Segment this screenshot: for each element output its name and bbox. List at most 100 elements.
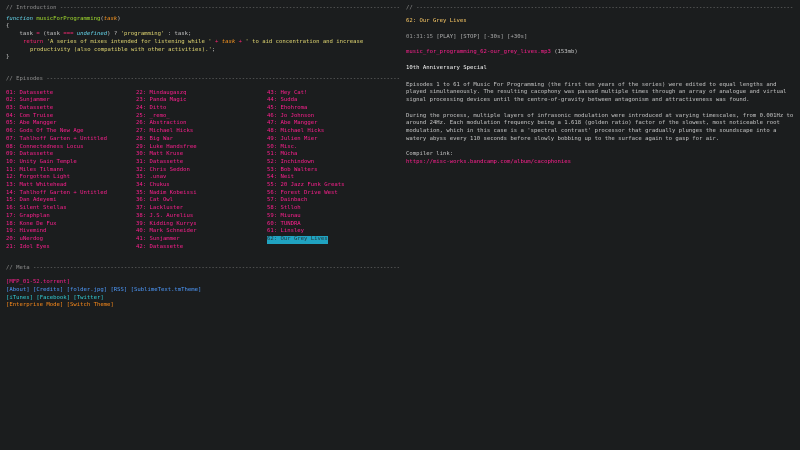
time-readout: 01:31:15 bbox=[406, 34, 433, 41]
episode-item[interactable]: 06: Gods Of The New Age bbox=[6, 128, 136, 136]
episode-item[interactable]: 04: Com Truise bbox=[6, 113, 136, 121]
episode-item[interactable]: 49: Julien Mier bbox=[267, 136, 387, 144]
episode-column-1: 01: Datassette 02: Sunjammer 03: Datassett… bbox=[6, 90, 136, 252]
episode-item[interactable]: 47: Abe Mangger bbox=[267, 120, 387, 128]
episode-item[interactable]: 10: Unity Gain Temple bbox=[6, 159, 136, 167]
rewind-30-button[interactable]: [-30s] bbox=[484, 34, 504, 40]
episode-item[interactable]: 61: Linsley bbox=[267, 228, 387, 236]
episodes-heading: // Episodes ----------------------------… bbox=[6, 75, 400, 82]
code-line-4: return 'A series of mixes intended for l… bbox=[23, 38, 364, 53]
episode-item[interactable]: 15: Dan Adeyemi bbox=[6, 197, 136, 205]
right-panel: // -------------------------------------… bbox=[406, 5, 794, 167]
episode-item[interactable]: 09: Datassette bbox=[6, 151, 136, 159]
track-description: Episodes 1 to 61 of Music For Programmin… bbox=[406, 82, 794, 167]
code-line-3: task = (task === undefined) ? 'programmi… bbox=[19, 31, 192, 38]
compiler-label: Compiler link: bbox=[406, 151, 454, 158]
episode-item[interactable]: 56: Forest Drive West bbox=[267, 190, 387, 198]
enterprise-mode-link[interactable]: [Enterprise Mode] bbox=[6, 302, 63, 308]
episode-item[interactable]: 60: TUNDRA bbox=[267, 221, 387, 229]
episode-item[interactable]: 48: Michael Hicks bbox=[267, 128, 387, 136]
episode-item[interactable]: 08: Connectedness Locus bbox=[6, 144, 136, 152]
episode-item[interactable]: 52: Inchindown bbox=[267, 159, 387, 167]
episode-item[interactable]: 46: Jo Johnson bbox=[267, 113, 387, 121]
episode-item[interactable]: 02: Sunjammer bbox=[6, 97, 136, 105]
episode-item[interactable]: 37: Lackluster bbox=[136, 205, 267, 213]
track-title: 62: Our Grey Lives bbox=[406, 17, 467, 24]
episode-item[interactable]: 23: Panda Magic bbox=[136, 97, 267, 105]
episode-item[interactable]: 11: Miles Tilmann bbox=[6, 167, 136, 175]
episode-item[interactable]: 30: Matt Kruse bbox=[136, 151, 267, 159]
facebook-link[interactable]: [Facebook] bbox=[36, 295, 70, 301]
episode-item[interactable]: 41: Sunjammer bbox=[136, 236, 267, 244]
episode-item[interactable]: 27: Michael Hicks bbox=[136, 128, 267, 136]
code-line-2: { bbox=[6, 23, 10, 30]
episode-item[interactable]: 50: Misc. bbox=[267, 144, 387, 152]
episode-item[interactable]: 22: Mindaugaszq bbox=[136, 90, 267, 98]
description-paragraph-2: During the process, multiple layers of i… bbox=[406, 112, 794, 142]
episode-item[interactable]: 28: Big War bbox=[136, 136, 267, 144]
switch-theme-link[interactable]: [Switch Theme] bbox=[67, 302, 114, 308]
episode-item[interactable]: 54: Neit bbox=[267, 174, 387, 182]
episode-column-2: 22: Mindaugaszq 23: Panda Magic 24: Ditto 2… bbox=[136, 90, 267, 252]
episode-item[interactable]: 45: Ehohroma bbox=[267, 105, 387, 113]
episode-item[interactable]: 59: Miunau bbox=[267, 213, 387, 221]
episode-item[interactable]: 16: Silent Stellas bbox=[6, 205, 136, 213]
itunes-link[interactable]: [iTunes] bbox=[6, 295, 33, 301]
episode-item[interactable]: 40: Mark Schneider bbox=[136, 228, 267, 236]
play-button[interactable]: [PLAY] bbox=[436, 34, 456, 40]
episode-item[interactable]: 31: Datassette bbox=[136, 159, 267, 167]
episode-item[interactable]: 58: Stlloh bbox=[267, 205, 387, 213]
episode-item[interactable]: 44: Sudda bbox=[267, 97, 387, 105]
player-controls: 01:31:15 [PLAY] [STOP] [-30s] [+30s] bbox=[406, 34, 794, 42]
episode-item[interactable]: 25: _remo_ bbox=[136, 113, 267, 121]
episode-item[interactable]: 20: uNerdog bbox=[6, 236, 136, 244]
episode-item[interactable]: 51: Mücha bbox=[267, 151, 387, 159]
track-heading: // -------------------------------------… bbox=[406, 5, 794, 11]
episode-item[interactable]: 29: Luke Handsfree bbox=[136, 144, 267, 152]
code-line-1: function musicForProgramming(task) bbox=[6, 15, 121, 22]
forward-30-button[interactable]: [+30s] bbox=[507, 34, 527, 40]
torrent-link[interactable]: [MFP_01-52.torrent] bbox=[6, 279, 70, 285]
episode-item[interactable]: 18: Kone De Fux bbox=[6, 221, 136, 229]
episode-item[interactable]: 13: Matt Whitehead bbox=[6, 182, 136, 190]
episode-item[interactable]: 55: 20 Jazz Funk Greats bbox=[267, 182, 387, 190]
stop-button[interactable]: [STOP] bbox=[460, 34, 480, 40]
episode-item[interactable]: 26: Abstraction bbox=[136, 120, 267, 128]
about-link[interactable]: [About] bbox=[6, 287, 30, 293]
episode-item[interactable]: 03: Datassette bbox=[6, 105, 136, 113]
credits-link[interactable]: [Credits] bbox=[33, 287, 63, 293]
rss-link[interactable]: [RSS] bbox=[110, 287, 127, 293]
episode-item[interactable]: 19: Hivemind bbox=[6, 228, 136, 236]
episode-item[interactable]: 21: Idol Eyes bbox=[6, 244, 136, 252]
episode-item[interactable]: 39: Kidding Kurrys bbox=[136, 221, 267, 229]
episode-item[interactable]: 32: Chris Seddon bbox=[136, 167, 267, 175]
episode-item[interactable]: 05: Abe Mangger bbox=[6, 120, 136, 128]
folder-jpg-link[interactable]: [folder.jpg] bbox=[67, 287, 107, 293]
twitter-link[interactable]: [Twitter] bbox=[73, 295, 103, 301]
code-line-5: } bbox=[6, 54, 10, 61]
episode-item[interactable]: 36: Cat Owl bbox=[136, 197, 267, 205]
introduction-heading: // Introduction ------------------------… bbox=[6, 5, 400, 11]
episode-item[interactable]: 35: Nadim Kobeissi bbox=[136, 190, 267, 198]
compiler-link[interactable]: https://misc-works.bandcamp.com/album/ca… bbox=[406, 159, 794, 167]
episode-item[interactable]: 38: J.S. Aurelius bbox=[136, 213, 267, 221]
meta-links: [MFP_01-52.torrent] [About] [Credits] [f… bbox=[6, 279, 400, 310]
episode-item[interactable]: 33: .unav bbox=[136, 174, 267, 182]
episode-item[interactable]: 12: Forgotten Light bbox=[6, 174, 136, 182]
episode-list: 01: Datassette 02: Sunjammer 03: Datassett… bbox=[6, 90, 400, 252]
episode-column-3: 43: Hey Cat! 44: Sudda 45: Ehohroma 46: Jo … bbox=[267, 90, 387, 252]
episode-item[interactable]: 62: Our Grey Lives bbox=[267, 235, 328, 244]
episode-item[interactable]: 14: Tahlhoff Garten + Untitled bbox=[6, 190, 136, 198]
special-label: 10th Anniversary Special bbox=[406, 64, 487, 71]
episode-item[interactable]: 42: Datassette bbox=[136, 244, 267, 252]
episode-item[interactable]: 17: Graphplan bbox=[6, 213, 136, 221]
episode-item[interactable]: 01: Datassette bbox=[6, 90, 136, 98]
episode-item[interactable]: 24: Ditto bbox=[136, 105, 267, 113]
episode-item[interactable]: 34: Chukus bbox=[136, 182, 267, 190]
episode-item[interactable]: 07: Tahlhoff Garten + Untitled bbox=[6, 136, 136, 144]
episode-item[interactable]: 53: Bob Walters bbox=[267, 167, 387, 175]
mp3-link[interactable]: music_for_programming_62-our_grey_lives.… bbox=[406, 49, 551, 55]
episode-item[interactable]: 43: Hey Cat! bbox=[267, 90, 387, 98]
sublime-theme-link[interactable]: [SublimeText.tmTheme] bbox=[131, 287, 202, 293]
episode-item[interactable]: 57: Dainbach bbox=[267, 197, 387, 205]
